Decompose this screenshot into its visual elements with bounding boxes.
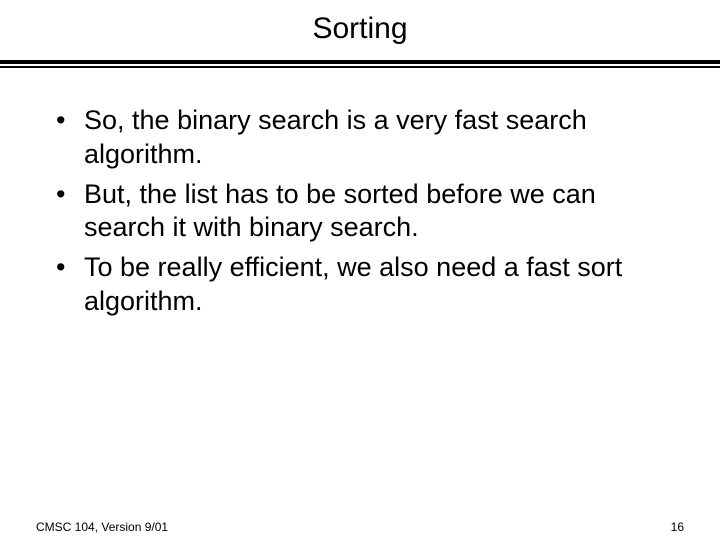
slide: Sorting So, the binary search is a very … xyxy=(0,12,720,552)
slide-number: 16 xyxy=(671,520,684,534)
rule-line-thick xyxy=(0,60,720,64)
rule-line-thin xyxy=(0,66,720,68)
slide-body: So, the binary search is a very fast sea… xyxy=(50,104,670,319)
list-item: But, the list has to be sorted before we… xyxy=(50,178,670,246)
list-item: So, the binary search is a very fast sea… xyxy=(50,104,670,172)
list-item: To be really efficient, we also need a f… xyxy=(50,251,670,319)
footer-left: CMSC 104, Version 9/01 xyxy=(36,520,168,534)
bullet-list: So, the binary search is a very fast sea… xyxy=(50,104,670,319)
title-rule xyxy=(0,60,720,68)
slide-title: Sorting xyxy=(0,12,720,46)
